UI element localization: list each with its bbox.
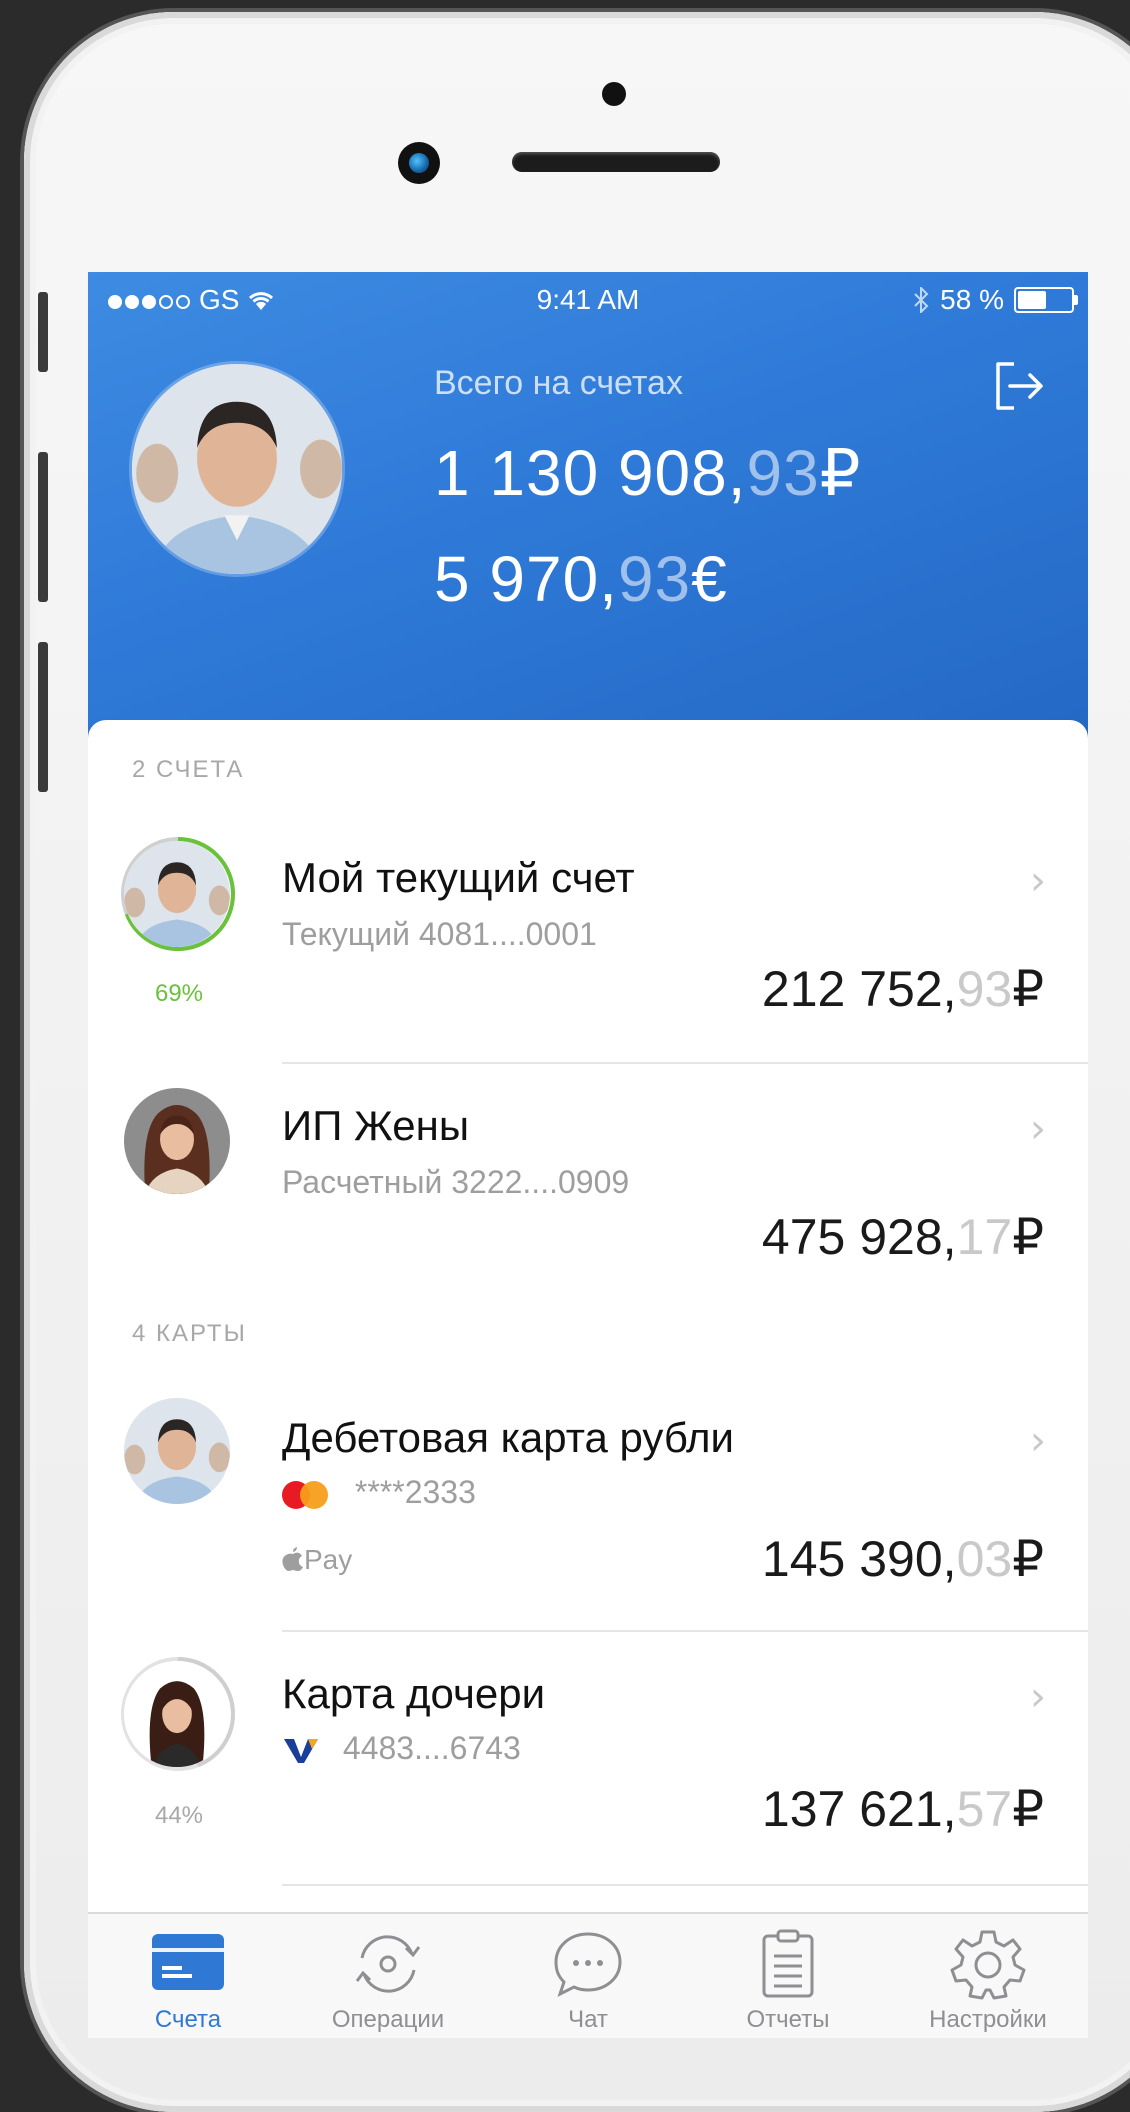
chat-icon xyxy=(554,1932,622,1997)
tab-operations[interactable]: Операции xyxy=(288,1928,488,2034)
accounts-sheet: 2 СЧЕТА 69% Мой текущий счет Текущий 408… xyxy=(88,720,1088,2038)
card-avatar xyxy=(124,1661,230,1767)
volume-up-button xyxy=(38,452,48,602)
card-title: Дебетовая карта рубли xyxy=(282,1414,734,1461)
account-title: ИП Жены xyxy=(282,1102,470,1149)
battery-icon xyxy=(1014,287,1078,313)
clipboard-icon xyxy=(762,1929,814,1998)
account-title: Мой текущий счет xyxy=(282,854,635,901)
header-panel: GS 9:41 AM 58 % Всего на счетах 1 130 90… xyxy=(88,272,1088,742)
earpiece-speaker xyxy=(512,152,720,172)
account-number: Расчетный 3222....0909 xyxy=(282,1164,630,1200)
card-balance: 137 621,57₽ xyxy=(761,1781,1044,1837)
tab-chat[interactable]: Чат xyxy=(488,1928,688,2034)
tab-accounts[interactable]: Счета xyxy=(88,1928,288,2034)
total-rub: 1 130 908,93₽ xyxy=(434,437,862,509)
card-row[interactable]: 44% Карта дочери 4483....6743 › 137 621,… xyxy=(88,1654,1088,1894)
total-eur: 5 970,93€ xyxy=(434,543,728,615)
total-caption: Всего на счетах xyxy=(434,364,683,402)
account-balance: 212 752,93₽ xyxy=(761,961,1044,1017)
profile-avatar[interactable] xyxy=(132,364,342,574)
card-number-line: ****2333 xyxy=(282,1474,476,1511)
proximity-sensor xyxy=(602,82,626,106)
tab-reports[interactable]: Отчеты xyxy=(688,1928,888,2034)
apple-icon xyxy=(282,1547,303,1571)
tab-bar: Счета Операции Чат Отчеты Настройки xyxy=(88,1912,1088,2038)
mute-switch xyxy=(38,292,48,372)
apple-pay-badge: Pay xyxy=(282,1544,352,1576)
card-balance: 145 390,03₽ xyxy=(761,1531,1044,1587)
woman-portrait-icon xyxy=(124,1661,230,1767)
card-number: 4483....6743 xyxy=(342,1730,521,1766)
chevron-right-icon: › xyxy=(1030,1418,1046,1464)
man-portrait-icon xyxy=(124,1398,230,1504)
cards-section-title: 4 КАРТЫ xyxy=(132,1320,247,1347)
app-screen: GS 9:41 AM 58 % Всего на счетах 1 130 90… xyxy=(88,272,1088,2038)
card-avatar xyxy=(124,1398,230,1504)
row-divider xyxy=(282,1062,1088,1064)
usage-percent: 44% xyxy=(154,1802,204,1829)
volume-down-button xyxy=(38,642,48,792)
account-balance: 475 928,17₽ xyxy=(761,1209,1044,1265)
card-row[interactable]: Дебетовая карта рубли ****2333 Pay › 145… xyxy=(88,1394,1088,1644)
chevron-right-icon: › xyxy=(1030,1106,1046,1152)
card-icon xyxy=(152,1934,224,1990)
tab-settings[interactable]: Настройки xyxy=(888,1928,1088,2034)
gear-icon xyxy=(950,1930,1026,2000)
row-divider xyxy=(282,1630,1088,1632)
man-portrait-icon xyxy=(132,364,342,574)
card-number-line: 4483....6743 xyxy=(282,1730,521,1767)
visa-icon xyxy=(284,1739,318,1763)
bluetooth-icon xyxy=(914,287,929,313)
man-portrait-icon xyxy=(124,841,230,947)
card-number: ****2333 xyxy=(354,1474,476,1510)
account-row[interactable]: ИП Жены Расчетный 3222....0909 › 475 928… xyxy=(88,1084,1088,1304)
card-title: Карта дочери xyxy=(282,1670,546,1717)
account-avatar xyxy=(124,1088,230,1194)
row-divider xyxy=(282,1884,1088,1886)
account-avatar xyxy=(124,841,230,947)
battery-percent: 58 % xyxy=(940,284,1004,315)
account-row[interactable]: 69% Мой текущий счет Текущий 4081....000… xyxy=(88,834,1088,1066)
chevron-right-icon: › xyxy=(1030,858,1046,904)
woman-portrait-icon xyxy=(124,1088,230,1194)
accounts-section-title: 2 СЧЕТА xyxy=(132,756,245,783)
chevron-right-icon: › xyxy=(1030,1674,1046,1720)
usage-percent: 69% xyxy=(154,980,204,1007)
mastercard-icon xyxy=(282,1480,330,1509)
logout-icon[interactable] xyxy=(988,356,1048,416)
exchange-icon xyxy=(355,1935,421,1993)
account-number: Текущий 4081....0001 xyxy=(282,916,597,952)
front-camera xyxy=(398,142,440,184)
status-bar: GS 9:41 AM 58 % xyxy=(88,272,1088,322)
